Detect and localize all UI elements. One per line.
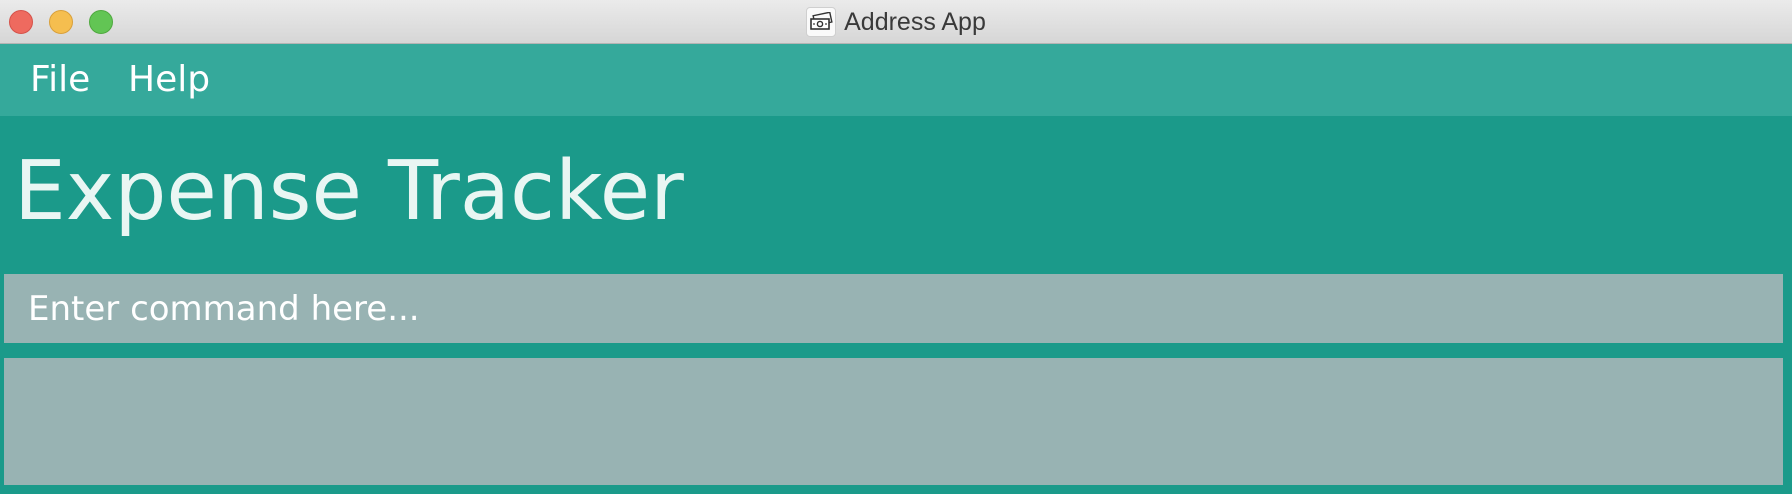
menu-file[interactable]: File — [30, 58, 90, 102]
title-group: Address App — [0, 0, 1792, 44]
result-display[interactable] — [4, 358, 1783, 485]
app-window: Address App File Help Expense Tracker — [0, 0, 1792, 494]
window-title: Address App — [844, 7, 986, 36]
menu-bar: File Help — [0, 44, 1792, 116]
title-bar[interactable]: Address App — [0, 0, 1792, 44]
command-input[interactable] — [4, 274, 1783, 343]
menu-help[interactable]: Help — [128, 58, 210, 102]
page-title: Expense Tracker — [14, 144, 684, 239]
money-bill-icon — [806, 7, 837, 37]
